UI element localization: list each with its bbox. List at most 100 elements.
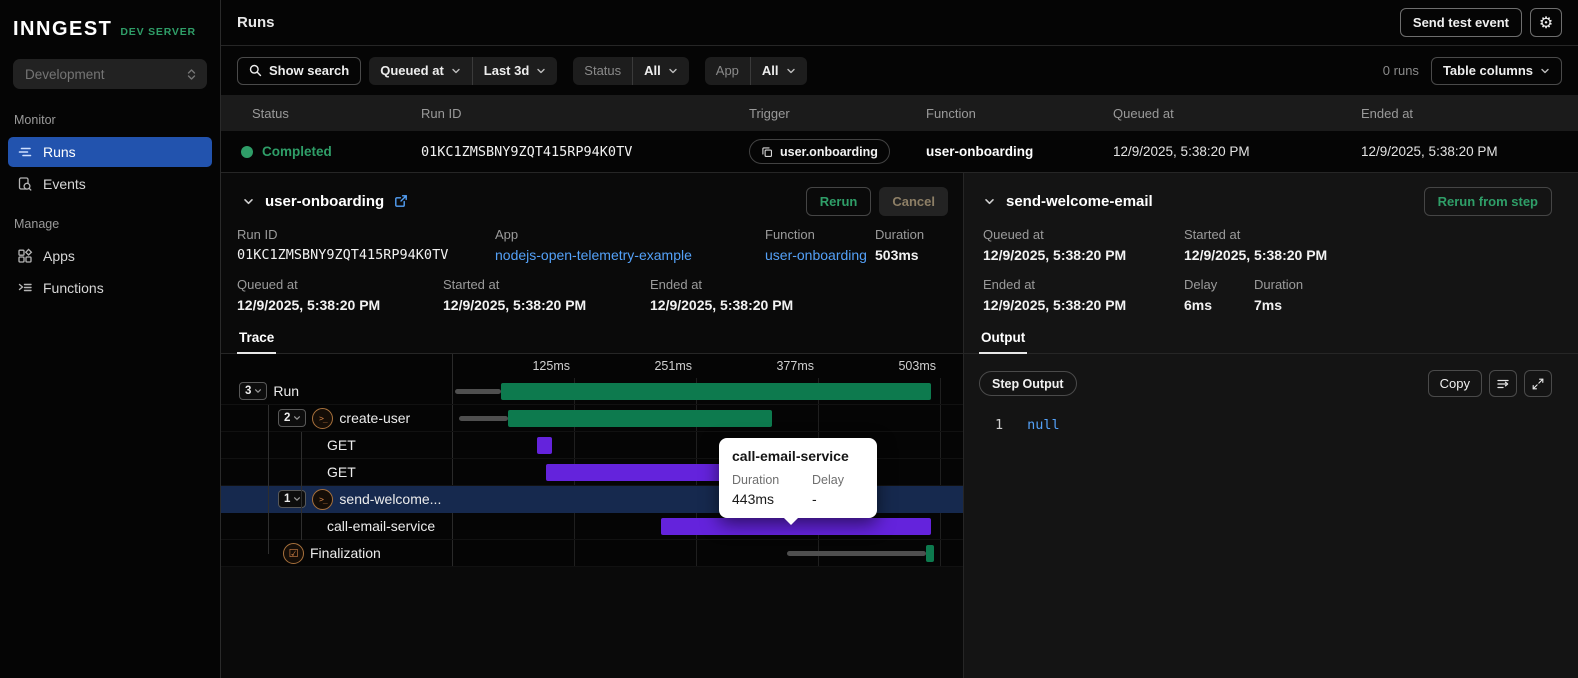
trace-row-run[interactable]: 3 Run — [221, 378, 963, 405]
tooltip-delay-value: - — [812, 491, 817, 507]
run-id-value: 01KC1ZMSBNY9ZQT415RP94K0TV — [237, 247, 449, 263]
step-delay-value: 6ms — [1184, 297, 1213, 313]
external-link-icon[interactable] — [394, 194, 408, 208]
collapse-run-chevron[interactable] — [242, 195, 255, 208]
expand-icon — [1532, 378, 1544, 389]
trace-span-bar[interactable] — [500, 383, 932, 400]
app-filter-value: All — [761, 63, 779, 78]
trace-row-finalization[interactable]: ☑ Finalization — [221, 540, 963, 567]
sidebar: INNGEST DEV SERVER Development Monitor R… — [0, 0, 221, 678]
ended-at-cell: 12/9/2025, 5:38:20 PM — [1361, 144, 1498, 159]
output-toolbar: Step Output Copy — [979, 370, 1552, 397]
trigger-event-pill[interactable]: user.onboarding — [749, 139, 890, 164]
chevron-down-icon — [537, 68, 545, 73]
copy-button[interactable]: Copy — [1427, 370, 1482, 397]
ended-at-field: Ended at 12/9/2025, 5:38:20 PM — [650, 277, 963, 313]
word-wrap-button[interactable] — [1489, 370, 1517, 397]
trace-timeline — [452, 540, 940, 566]
code-value: null — [1027, 417, 1060, 433]
trace-row-label: create-user — [339, 410, 411, 426]
event-copy-icon — [762, 146, 773, 157]
time-range-dropdown[interactable]: Last 3d — [473, 57, 558, 85]
environment-select[interactable]: Development — [13, 59, 207, 89]
app-filter-group: App All — [704, 56, 807, 85]
run-id-field: Run ID 01KC1ZMSBNY9ZQT415RP94K0TV — [237, 227, 495, 263]
trace-timeline — [452, 378, 940, 404]
collapse-count-badge[interactable]: 2 — [278, 408, 307, 428]
step-detail-title: send-welcome-email — [1006, 192, 1153, 210]
column-header-function: Function — [926, 105, 976, 121]
queue-delay-line — [458, 416, 509, 421]
trace-span-bar[interactable] — [537, 437, 552, 454]
step-output-badge: Step Output — [979, 371, 1077, 396]
step-queued-at-field: Queued at 12/9/2025, 5:38:20 PM — [983, 227, 1184, 263]
tooltip-duration-label: Duration — [732, 473, 780, 487]
search-icon — [249, 64, 262, 77]
rerun-button[interactable]: Rerun — [805, 186, 872, 216]
app-filter-label: App — [715, 63, 739, 78]
function-link[interactable]: user-onboarding — [765, 247, 875, 263]
trace-span-bar[interactable] — [546, 464, 742, 481]
app-link[interactable]: nodejs-open-telemetry-example — [495, 247, 765, 263]
step-terminal-icon: >_ — [312, 488, 334, 510]
trace-row-create-user[interactable]: 2 >_ create-user — [221, 405, 963, 432]
ended-at-value: 12/9/2025, 5:38:20 PM — [650, 297, 794, 313]
sidebar-item-events[interactable]: Events — [8, 169, 212, 199]
logo-row: INNGEST DEV SERVER — [0, 16, 220, 57]
step-detail-header: send-welcome-email Rerun from step — [964, 183, 1578, 219]
status-filter-value: All — [644, 63, 661, 78]
status-dot-completed — [241, 145, 253, 158]
expand-output-button[interactable] — [1524, 370, 1552, 397]
sidebar-item-functions[interactable]: Functions — [8, 273, 212, 303]
sidebar-item-label: Functions — [43, 280, 104, 296]
function-cell: user-onboarding — [926, 144, 1034, 159]
runs-table-header: Status Run ID Trigger Function Queued at… — [221, 95, 1578, 131]
sidebar-item-label: Events — [43, 176, 86, 192]
settings-gear-button[interactable]: ⚙ — [1530, 8, 1562, 37]
sidebar-item-apps[interactable]: Apps — [8, 241, 212, 271]
queued-at-label: Queued at — [237, 277, 298, 292]
trace-row-label: GET — [327, 464, 356, 480]
rerun-from-step-button[interactable]: Rerun from step — [1423, 186, 1552, 216]
run-detail-header: user-onboarding Rerun Cancel — [221, 183, 963, 219]
tooltip-duration-value: 443ms — [732, 491, 775, 507]
run-table-row[interactable]: Completed 01KC1ZMSBNY9ZQT415RP94K0TV use… — [221, 131, 1578, 172]
queued-at-value: 12/9/2025, 5:38:20 PM — [237, 297, 381, 313]
inngest-logo: INNGEST — [13, 18, 113, 40]
tab-trace[interactable]: Trace — [237, 325, 277, 354]
column-header-ended-at: Ended at — [1361, 105, 1414, 121]
chevron-down-icon — [669, 68, 677, 73]
environment-select-value: Development — [25, 66, 105, 82]
step-ended-at-value: 12/9/2025, 5:38:20 PM — [983, 297, 1127, 313]
trace-tabs: Trace — [221, 325, 963, 354]
chevron-down-icon — [1541, 68, 1549, 73]
queued-at-dropdown[interactable]: Queued at — [369, 57, 472, 85]
column-header-queued-at: Queued at — [1113, 105, 1174, 121]
collapse-count-badge[interactable]: 3 — [239, 381, 268, 401]
app-filter-dropdown[interactable]: All — [751, 57, 807, 85]
cancel-button[interactable]: Cancel — [879, 186, 948, 216]
function-label: Function — [765, 227, 815, 242]
step-ended-at-field: Ended at 12/9/2025, 5:38:20 PM — [983, 277, 1184, 313]
status-filter-dropdown[interactable]: All — [633, 57, 689, 85]
filter-bar: Show search Queued at Last 3d Status All — [221, 46, 1578, 95]
collapse-count-badge[interactable]: 1 — [278, 489, 307, 509]
show-search-button[interactable]: Show search — [237, 56, 362, 85]
sidebar-item-label: Runs — [43, 144, 76, 160]
tab-output[interactable]: Output — [979, 325, 1028, 354]
started-at-value: 12/9/2025, 5:38:20 PM — [443, 297, 587, 313]
axis-tick-label: 251ms — [654, 359, 692, 373]
step-duration-value: 7ms — [1254, 297, 1283, 313]
trace-timeline — [452, 405, 940, 431]
run-meta-row-1: Run ID 01KC1ZMSBNY9ZQT415RP94K0TV App no… — [221, 227, 963, 263]
duration-label: Duration — [875, 227, 925, 242]
collapse-step-chevron[interactable] — [983, 195, 996, 208]
queue-delay-line — [454, 389, 501, 394]
trace-span-bar[interactable] — [508, 410, 773, 427]
events-icon — [17, 176, 33, 192]
table-columns-button[interactable]: Table columns — [1430, 56, 1562, 85]
apps-icon — [17, 248, 33, 264]
trace-span-bar[interactable] — [926, 545, 935, 562]
send-test-event-button[interactable]: Send test event — [1399, 8, 1522, 37]
sidebar-item-runs[interactable]: Runs — [8, 137, 212, 167]
